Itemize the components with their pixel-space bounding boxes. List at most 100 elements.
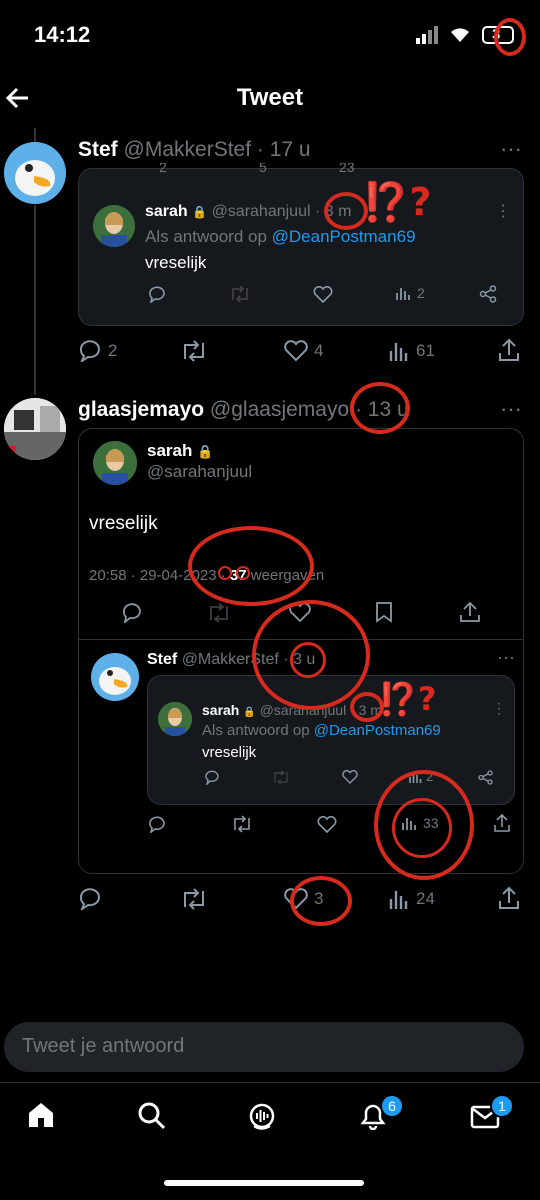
tweet-text: vreselijk: [202, 744, 257, 761]
annotation-mark: ⁉️?: [378, 680, 437, 718]
wifi-icon: [448, 24, 472, 44]
retweet-icon[interactable]: [231, 815, 253, 833]
search-icon[interactable]: [136, 1100, 166, 1130]
reply-mention[interactable]: @DeanPostman69: [314, 722, 441, 739]
divider: [0, 1082, 540, 1083]
views-count[interactable]: 24: [388, 888, 435, 910]
tweet-time: · 13 u: [354, 398, 409, 421]
avatar[interactable]: [93, 205, 135, 247]
views-count[interactable]: 33: [401, 815, 439, 831]
tweet-timestamp: 20:58 · 29-04-2023 · 37 weergaven: [89, 567, 325, 584]
reply-icon[interactable]: [204, 770, 220, 785]
share-icon[interactable]: [459, 601, 481, 623]
tweet-text: vreselijk: [145, 253, 207, 272]
user-handle[interactable]: @sarahanjuul: [147, 462, 252, 482]
page-title: Tweet: [236, 84, 304, 111]
signal-icon: [416, 26, 440, 44]
home-icon[interactable]: [26, 1100, 56, 1130]
retweet-icon[interactable]: [207, 603, 231, 623]
lock-icon: 🔒: [197, 444, 214, 459]
user-handle[interactable]: @glaasjemayo: [210, 398, 349, 421]
views-icon: [389, 343, 408, 361]
user-name[interactable]: sarah: [145, 203, 188, 220]
quoted-tweet[interactable]: 2 5 23 sarah 🔒 @sarahanjuul · 3 m ⋮ Als …: [78, 163, 524, 326]
quote-top-counts: 2 5 23: [159, 163, 355, 175]
quoted-tweet[interactable]: sarah 🔒 @sarahanjuul · 3 m ⋮ Als antwoor…: [147, 675, 515, 805]
like-icon[interactable]: [317, 816, 337, 834]
like-icon: [284, 888, 308, 910]
like-count[interactable]: 3: [284, 888, 323, 910]
share-icon[interactable]: [498, 886, 520, 910]
tweet-header: Stef @MakkerStef · 17 u: [78, 138, 311, 162]
retweet-icon[interactable]: [229, 285, 251, 303]
avatar[interactable]: [91, 653, 139, 701]
views-icon: [389, 891, 408, 909]
user-name[interactable]: sarah: [202, 702, 239, 718]
user-handle[interactable]: @sarahanjuul: [260, 702, 347, 718]
reply-input-placeholder: Tweet je antwoord: [22, 1035, 185, 1057]
user-name[interactable]: sarah: [147, 441, 192, 460]
avatar[interactable]: [158, 702, 192, 736]
share-icon[interactable]: [498, 338, 520, 362]
views-icon: [409, 771, 422, 783]
more-icon[interactable]: ···: [500, 396, 522, 422]
reply-icon[interactable]: [121, 603, 143, 623]
bookmark-icon[interactable]: [375, 601, 393, 623]
home-indicator: [164, 1180, 364, 1186]
reply-icon[interactable]: [147, 815, 167, 833]
user-handle[interactable]: @MakkerStef: [124, 138, 252, 161]
reply-icon: [79, 340, 100, 362]
views-icon: [396, 288, 410, 300]
avatar[interactable]: [4, 142, 66, 204]
more-icon[interactable]: ⋮: [492, 700, 506, 717]
tweet-text: vreselijk: [89, 513, 158, 534]
like-icon[interactable]: [342, 770, 358, 785]
views-count[interactable]: 61: [388, 340, 435, 362]
like-count[interactable]: 4: [284, 340, 323, 362]
thread-line: [34, 128, 36, 142]
like-icon: [284, 340, 308, 362]
more-icon[interactable]: ⋮: [495, 201, 511, 221]
share-icon[interactable]: [478, 770, 493, 785]
more-icon[interactable]: ···: [500, 136, 522, 162]
views-count[interactable]: 2: [395, 285, 425, 301]
retweet-icon[interactable]: [272, 770, 290, 785]
reply-icon[interactable]: [147, 285, 167, 303]
share-icon[interactable]: [479, 285, 497, 303]
tweet-time: · 3 u: [283, 651, 316, 668]
status-time: 14:12: [34, 22, 91, 47]
avatar[interactable]: [93, 441, 137, 485]
views-total: 37: [229, 567, 247, 584]
user-handle[interactable]: @MakkerStef: [182, 651, 279, 668]
avatar[interactable]: [4, 398, 66, 460]
retweet-icon[interactable]: [180, 888, 208, 910]
reply-prefix: Als antwoord op: [145, 227, 267, 246]
quoted-tweet[interactable]: sarah 🔒 @sarahanjuul vreselijk 20:58 · 2…: [78, 428, 524, 874]
retweet-icon[interactable]: [180, 340, 208, 362]
reply-prefix: Als antwoord op: [202, 722, 310, 739]
reply-mention[interactable]: @DeanPostman69: [272, 227, 416, 246]
like-icon[interactable]: [313, 286, 333, 304]
user-name[interactable]: Stef: [78, 138, 118, 161]
notifications-badge: 6: [380, 1094, 404, 1118]
views-count[interactable]: 2: [408, 769, 433, 784]
views-icon: [402, 818, 416, 830]
tweet-time: · 17 u: [256, 138, 311, 161]
user-name[interactable]: Stef: [147, 651, 177, 668]
more-icon[interactable]: ···: [497, 647, 515, 668]
divider: [79, 639, 523, 640]
reply-count[interactable]: 2: [78, 340, 117, 362]
messages-badge: 1: [490, 1094, 514, 1118]
battery-level: 3: [492, 26, 501, 43]
user-handle[interactable]: @sarahanjuul: [212, 203, 311, 220]
user-name[interactable]: glaasjemayo: [78, 398, 204, 421]
thread-line: [34, 205, 36, 395]
like-icon[interactable]: [289, 603, 311, 623]
share-icon[interactable]: [493, 813, 511, 833]
tweet-time: · 3 m: [314, 203, 352, 220]
tweet-header: glaasjemayo @glaasjemayo · 13 u: [78, 398, 409, 422]
lock-icon: 🔒: [192, 205, 208, 219]
spaces-icon[interactable]: [246, 1100, 278, 1132]
annotation-mark: ⁉️?: [362, 180, 432, 224]
reply-icon[interactable]: [78, 888, 102, 910]
